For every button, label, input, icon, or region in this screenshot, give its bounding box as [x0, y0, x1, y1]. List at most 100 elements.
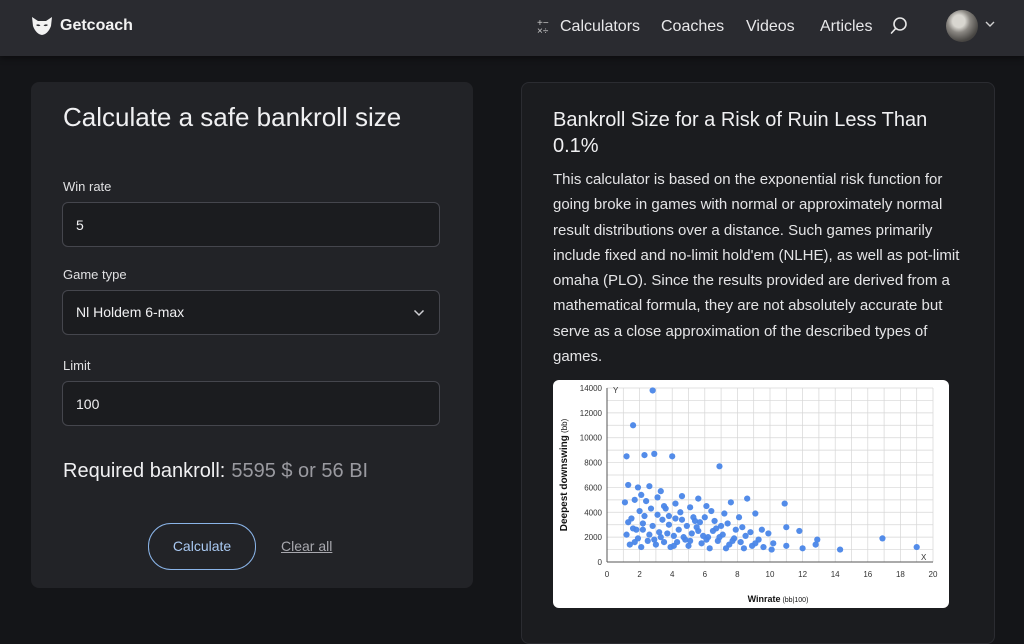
x-tick-label: 12	[798, 570, 807, 579]
data-point	[665, 521, 673, 528]
data-point	[629, 525, 637, 532]
data-point	[621, 499, 629, 506]
data-point	[639, 526, 646, 533]
user-avatar[interactable]	[946, 10, 978, 42]
clear-all-link[interactable]: Clear all	[281, 538, 332, 554]
calculate-button[interactable]: Calculate	[148, 523, 256, 570]
data-point	[670, 542, 677, 549]
y-tick-label: 12000	[580, 409, 603, 418]
calculator-icon: +− ×÷	[537, 18, 549, 37]
info-description: This calculator is based on the exponent…	[553, 171, 960, 366]
x-tick-label: 10	[766, 570, 775, 579]
data-point	[639, 520, 646, 527]
x-tick-label: 4	[670, 570, 675, 579]
data-point	[722, 545, 730, 552]
data-point	[670, 532, 677, 539]
data-point	[812, 541, 819, 548]
data-point	[672, 500, 679, 507]
data-point	[781, 500, 788, 507]
data-point	[657, 534, 664, 541]
data-point	[783, 524, 790, 531]
data-point	[623, 453, 630, 460]
data-point	[638, 491, 645, 498]
chevron-down-icon	[413, 309, 425, 317]
brand-logo[interactable]: Getcoach	[30, 14, 133, 38]
info-title: Bankroll Size for a Risk of Ruin Less Th…	[553, 109, 928, 157]
data-point	[783, 542, 790, 549]
nav-videos[interactable]: Videos	[746, 18, 795, 36]
data-point	[659, 516, 666, 523]
win-rate-label: Win rate	[63, 179, 112, 194]
data-point	[711, 517, 718, 525]
downswing-scatter-chart: 0 2 4 6 8 10 12 14 16 18 20 0 2000 4000 6000 8000 10000 1…	[553, 380, 949, 608]
y-tick-label: 6000	[584, 483, 602, 492]
data-point	[768, 546, 775, 553]
limit-label: Limit	[63, 358, 91, 373]
game-type-label: Game type	[63, 267, 127, 282]
data-point	[706, 545, 713, 552]
win-rate-input[interactable]	[62, 202, 440, 247]
data-point	[703, 502, 710, 510]
data-point	[675, 526, 682, 533]
data-point	[695, 527, 702, 535]
data-point	[687, 504, 694, 511]
data-point	[625, 519, 632, 526]
x-tick-label: 0	[605, 570, 610, 579]
data-point	[683, 522, 690, 530]
data-point	[735, 514, 743, 521]
data-point	[664, 530, 671, 537]
data-point	[799, 545, 806, 552]
data-point	[646, 483, 653, 490]
fox-mask-icon	[32, 17, 52, 35]
brand-name: Getcoach	[60, 17, 133, 34]
game-type-select[interactable]: Nl Holdem 6-max	[62, 290, 440, 335]
data-point	[677, 509, 684, 516]
data-point	[669, 453, 676, 460]
x-tick-label: 18	[896, 570, 905, 579]
data-point	[695, 495, 702, 502]
data-point	[740, 545, 748, 552]
data-point	[646, 531, 653, 538]
nav-calculators[interactable]: Calculators	[560, 18, 640, 36]
required-bankroll-value: 5595 $ or 56 BI	[231, 460, 369, 482]
data-point	[747, 529, 754, 536]
data-point	[701, 514, 708, 521]
data-point	[649, 522, 656, 530]
data-point	[760, 543, 767, 551]
nav-coaches[interactable]: Coaches	[661, 18, 724, 36]
calculator-title: Calculate a safe bankroll size	[63, 102, 402, 132]
data-point	[696, 519, 704, 526]
required-bankroll-label: Required bankroll:	[63, 460, 226, 482]
data-point	[643, 498, 650, 505]
data-point	[739, 524, 746, 531]
data-point	[727, 499, 734, 506]
data-point	[737, 539, 744, 546]
data-point	[629, 422, 637, 429]
game-type-selected-value: Nl Holdem 6-max	[76, 304, 185, 320]
data-point	[641, 452, 648, 459]
data-point	[708, 507, 715, 515]
data-point	[651, 536, 658, 543]
y-tick-label: 10000	[580, 434, 603, 443]
data-point	[770, 540, 777, 547]
limit-input[interactable]	[62, 381, 440, 426]
x-axis-letter: X	[921, 553, 927, 562]
data-point	[836, 546, 844, 553]
chevron-down-icon[interactable]	[985, 20, 995, 28]
data-point	[634, 484, 642, 491]
x-tick-label: 16	[863, 570, 872, 579]
data-point	[665, 512, 673, 520]
data-point	[721, 510, 728, 517]
data-point	[657, 488, 664, 495]
data-point	[688, 530, 695, 537]
data-point	[654, 511, 661, 518]
data-point	[752, 510, 759, 517]
data-point	[631, 496, 638, 503]
data-point	[678, 516, 686, 523]
data-point	[636, 507, 643, 515]
nav-articles[interactable]: Articles	[820, 18, 872, 36]
data-point	[660, 502, 668, 510]
x-tick-label: 6	[703, 570, 708, 579]
x-tick-label: 14	[831, 570, 840, 579]
search-icon[interactable]	[890, 16, 908, 36]
